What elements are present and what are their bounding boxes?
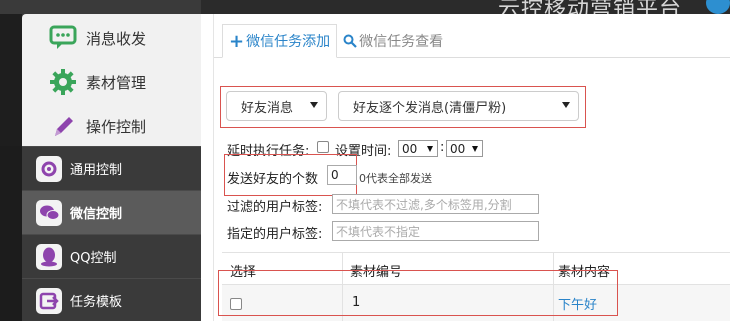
search-icon: [343, 34, 357, 48]
chevron-down-icon: [427, 146, 433, 152]
sidebar-gutter-top: [0, 14, 22, 146]
target-tag-label: 指定的用户标签:: [227, 227, 323, 242]
sidebar-gutter: [0, 146, 22, 321]
tab-wechat-task-add[interactable]: + 微信任务添加: [222, 24, 338, 58]
time-separator: :: [440, 140, 445, 155]
filter-tag-input[interactable]: 不填代表不过滤,多个标签用,分割: [332, 194, 539, 214]
sidebar-item-label: QQ控制: [70, 251, 117, 266]
task-tabs: + 微信任务添加 微信任务查看: [222, 24, 449, 58]
chat-bubble-icon: [48, 23, 78, 53]
select-value: 00: [450, 141, 466, 156]
gear-icon: [48, 67, 78, 97]
send-count-hint: 0代表全部发送: [359, 172, 432, 185]
sidebar-item-task-template[interactable]: 任务模板: [22, 278, 201, 321]
sidebar-item-label: 消息收发: [86, 29, 147, 48]
sidebar-item-label: 素材管理: [86, 73, 147, 92]
sidebar-item-message[interactable]: 消息收发: [22, 16, 201, 60]
settings-icon: [36, 155, 62, 182]
wechat-icon: [36, 199, 62, 226]
filter-tag-label: 过滤的用户标签:: [227, 200, 323, 215]
pen-icon: [48, 111, 78, 141]
sidebar-item-material[interactable]: 素材管理: [22, 60, 201, 104]
input-placeholder: 不填代表不过滤,多个标签用,分割: [336, 197, 512, 212]
tab-label: 微信任务添加: [246, 34, 331, 50]
template-icon: [36, 287, 62, 314]
chevron-down-icon: [310, 102, 318, 108]
hour-select[interactable]: 00: [398, 140, 438, 157]
select-value: 00: [402, 141, 418, 156]
sidebar-item-wechat-control[interactable]: 微信控制: [22, 190, 201, 234]
action-type-select[interactable]: 好友逐个发消息(清僵尸粉): [338, 91, 579, 121]
divider: [213, 14, 214, 321]
qq-icon: [36, 243, 62, 270]
chevron-down-icon: [472, 146, 478, 152]
sidebar-item-operation[interactable]: 操作控制: [22, 104, 201, 148]
chevron-down-icon: [562, 102, 570, 108]
select-value: 好友消息: [241, 100, 294, 116]
send-count-label: 发送好友的个数: [227, 172, 319, 187]
sidebar-item-label: 微信控制: [70, 207, 123, 222]
sidebar-item-general-control[interactable]: 通用控制: [22, 146, 201, 190]
select-value: 好友逐个发消息(清僵尸粉): [353, 100, 507, 116]
send-count-input[interactable]: 0: [327, 165, 357, 185]
target-tag-input[interactable]: 不填代表不指定: [332, 221, 539, 241]
minute-select[interactable]: 00: [446, 140, 483, 157]
tab-label: 微信任务查看: [359, 34, 444, 50]
sidebar-item-qq-control[interactable]: QQ控制: [22, 234, 201, 278]
sidebar-item-label: 通用控制: [70, 163, 123, 178]
plus-icon: +: [229, 30, 245, 52]
tab-wechat-task-view[interactable]: 微信任务查看: [337, 24, 449, 58]
sidebar-item-label: 操作控制: [86, 117, 147, 136]
input-placeholder: 不填代表不指定: [336, 224, 421, 239]
highlight-box-table: [218, 270, 618, 316]
delay-checkbox[interactable]: [317, 141, 329, 153]
message-type-select[interactable]: 好友消息: [226, 91, 327, 121]
sidebar-item-label: 任务模板: [70, 295, 123, 310]
sidebar-top-menu: 消息收发 素材管理 操作控制: [22, 14, 201, 146]
user-avatar-icon[interactable]: [706, 0, 730, 14]
input-value: 0: [331, 168, 339, 182]
